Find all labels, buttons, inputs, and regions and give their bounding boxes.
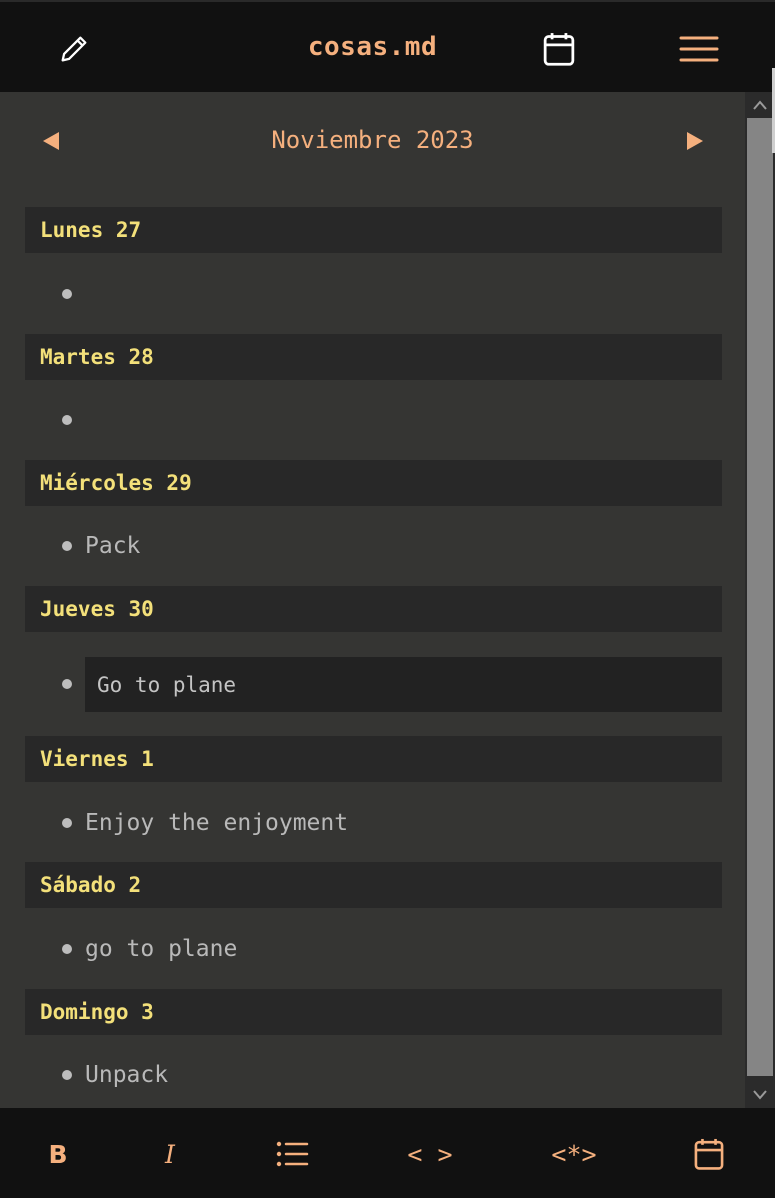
bold-button[interactable]: B: [38, 1134, 78, 1174]
list-item[interactable]: Enjoy the enjoyment: [62, 803, 348, 843]
month-navigation: Noviembre 2023: [0, 122, 745, 158]
top-bar: cosas.md: [0, 0, 775, 92]
chevron-down-icon[interactable]: [745, 1082, 775, 1108]
formatting-toolbar: B I < > <*>: [0, 1108, 775, 1198]
bullet-icon: [62, 541, 72, 551]
day-header[interactable]: Miércoles 29: [25, 460, 722, 506]
list-item[interactable]: go to plane: [62, 929, 237, 969]
day-header[interactable]: Domingo 3: [25, 989, 722, 1035]
app-title: cosas.md: [307, 32, 438, 62]
triangle-right-icon[interactable]: [684, 130, 706, 152]
bullet-icon: [62, 289, 72, 299]
task-text: Pack: [85, 533, 141, 559]
scrollbar-thumb[interactable]: [747, 118, 773, 1076]
pencil-icon[interactable]: [54, 29, 94, 69]
day-header[interactable]: Sábado 2: [25, 862, 722, 908]
day-header[interactable]: Martes 28: [25, 334, 722, 380]
task-text: Enjoy the enjoyment: [85, 810, 349, 836]
calendar-icon[interactable]: [539, 29, 579, 69]
scrollbar[interactable]: [745, 92, 775, 1108]
bullet-icon: [62, 1070, 72, 1080]
day-header[interactable]: Lunes 27: [25, 207, 722, 253]
task-edit-input[interactable]: [85, 657, 722, 712]
bullet-icon: [62, 944, 72, 954]
list-item[interactable]: [62, 274, 85, 314]
hamburger-menu-icon[interactable]: [679, 29, 719, 69]
chevron-up-icon[interactable]: [745, 92, 775, 118]
bullet-icon: [62, 679, 72, 689]
italic-button[interactable]: I: [150, 1134, 190, 1174]
app: cosas.md Noviembre 2023 Lunes 27 Martes …: [0, 0, 775, 1198]
inline-code-button[interactable]: < >: [400, 1134, 460, 1174]
day-header[interactable]: Viernes 1: [25, 736, 722, 782]
task-text: go to plane: [85, 936, 238, 962]
agenda-content: Noviembre 2023 Lunes 27 Martes 28 Miérco…: [0, 92, 745, 1108]
list-item[interactable]: [62, 400, 85, 440]
bulleted-list-icon[interactable]: [272, 1134, 312, 1174]
bullet-icon: [62, 415, 72, 425]
bullet-icon: [62, 818, 72, 828]
day-header[interactable]: Jueves 30: [25, 586, 722, 632]
list-item[interactable]: Pack: [62, 526, 140, 566]
task-text: Unpack: [85, 1062, 169, 1088]
month-label: Noviembre 2023: [271, 126, 474, 154]
list-item[interactable]: Unpack: [62, 1055, 168, 1095]
calendar-icon[interactable]: [689, 1134, 729, 1174]
code-block-button[interactable]: <*>: [543, 1134, 605, 1174]
